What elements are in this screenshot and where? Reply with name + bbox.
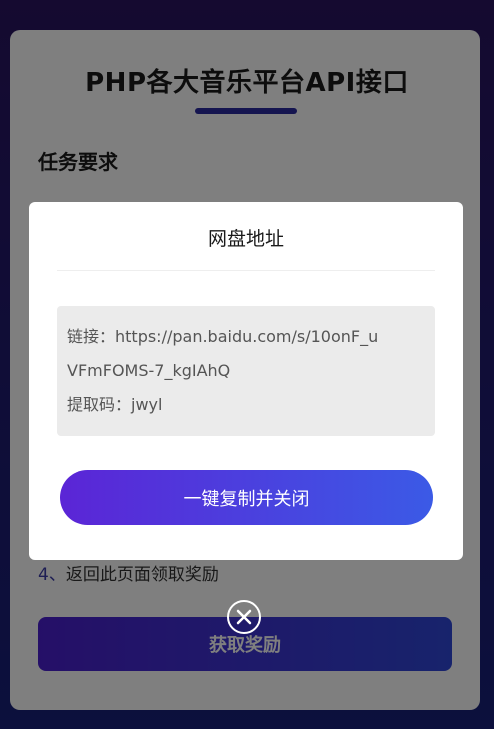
netdisk-modal: 网盘地址 链接：https://pan.baidu.com/s/10onF_u … [29,202,463,560]
close-circle-icon[interactable] [227,600,261,634]
link-line-2: VFmFOMS-7_kgIAhQ [67,361,231,380]
modal-divider [57,270,435,271]
copy-and-close-button[interactable]: 一键复制并关闭 [60,470,433,525]
extraction-code: 提取码：jwyl [67,395,163,414]
link-box: 链接：https://pan.baidu.com/s/10onF_u VFmFO… [57,306,435,436]
link-line-1: 链接：https://pan.baidu.com/s/10onF_u [67,327,379,346]
modal-title: 网盘地址 [207,228,284,250]
